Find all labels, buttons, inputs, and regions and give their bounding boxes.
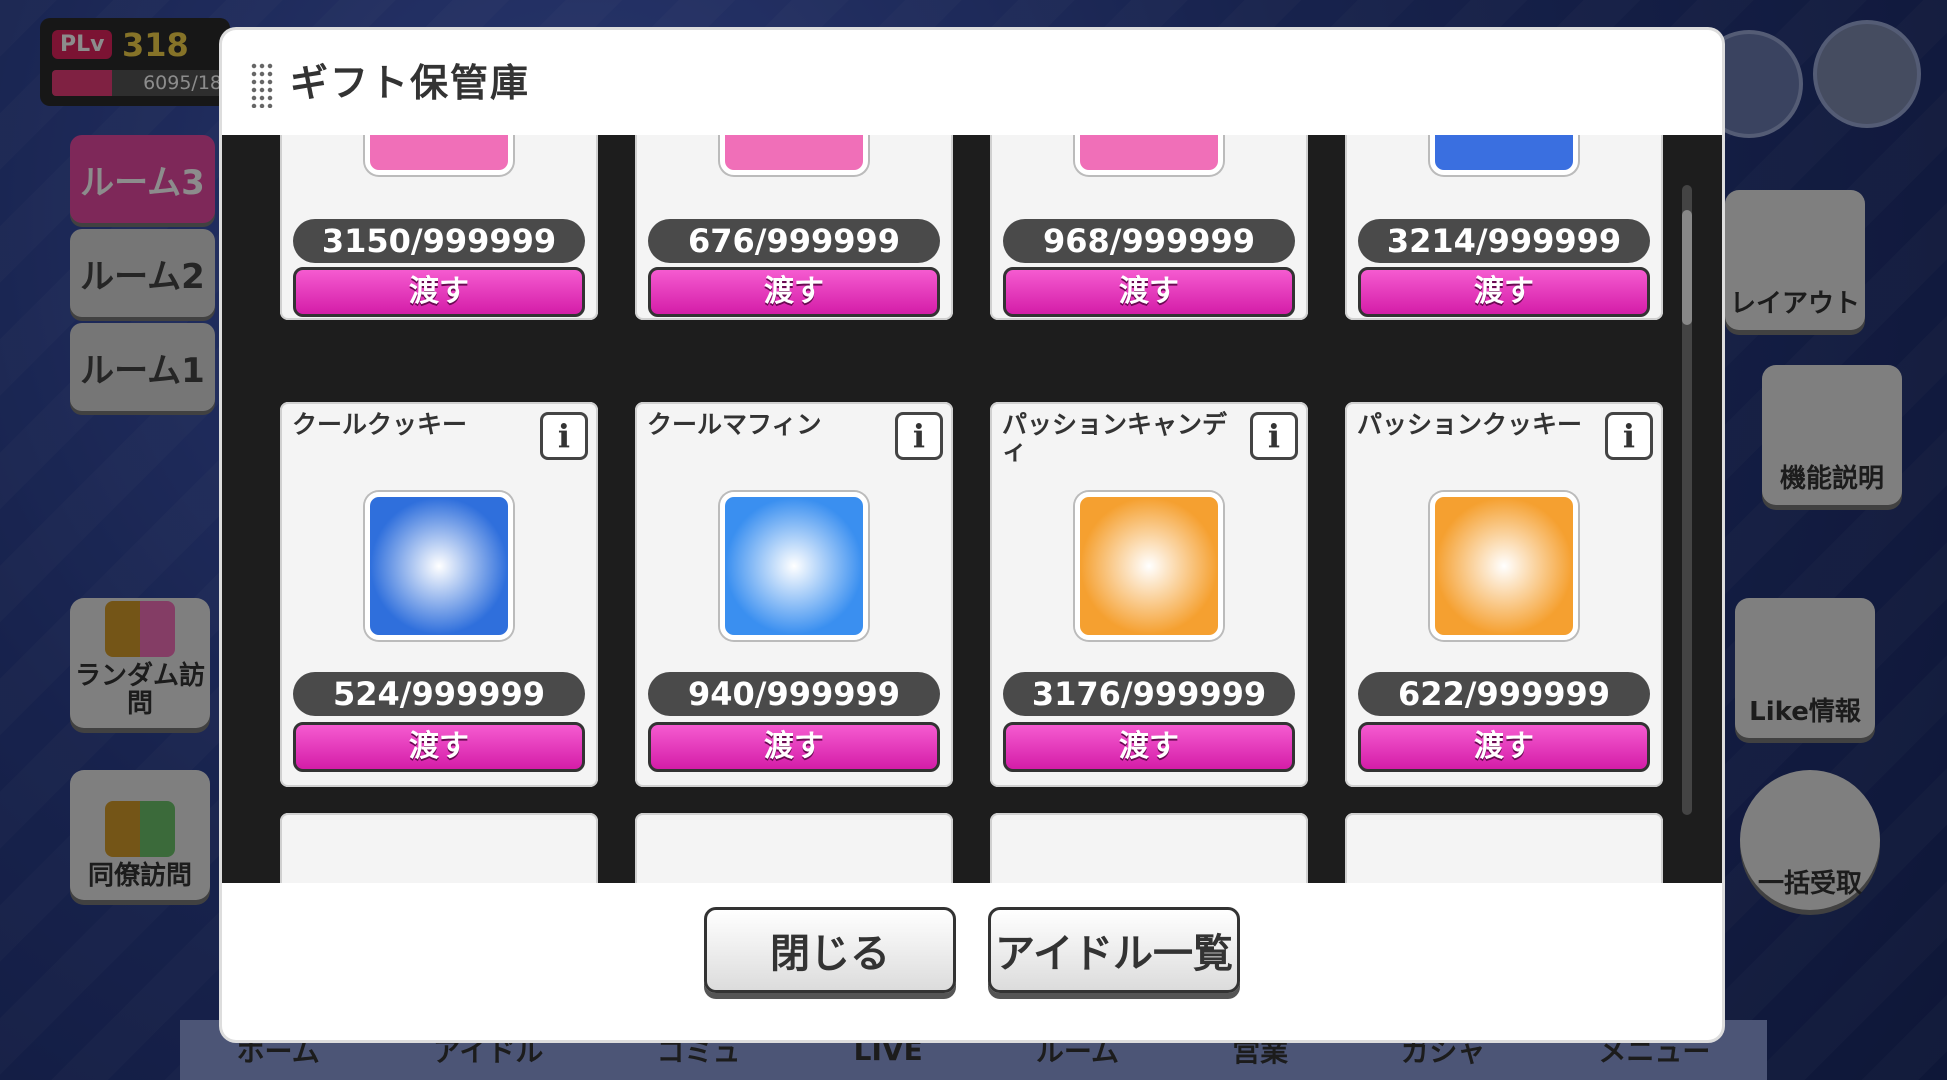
gift-name: クールクッキー [292,410,468,439]
info-button[interactable]: i [1250,412,1298,460]
give-button[interactable]: 渡す [293,267,585,317]
gift-card: クールクッキー i 524/999999 渡す [280,402,598,787]
cookie-icon [1430,492,1578,640]
gift-name: パッションクッキー [1357,410,1583,439]
idol-list-button[interactable]: アイドル一覧 [988,907,1240,993]
gift-card [280,813,598,883]
gift-count: 3150/999999 [293,219,585,263]
gift-count: 968/999999 [1003,219,1295,263]
give-button[interactable]: 渡す [1358,267,1650,317]
gift-item-icon [720,135,868,175]
gift-count: 3214/999999 [1358,219,1650,263]
candy-icon [1075,492,1223,640]
cookie-icon [365,492,513,640]
give-button[interactable]: 渡す [648,722,940,772]
gift-count: 3176/999999 [1003,672,1295,716]
scrollbar-thumb[interactable] [1682,210,1692,325]
info-button[interactable]: i [1605,412,1653,460]
gift-card: パッションクッキー i 622/999999 渡す [1345,402,1663,787]
gift-card [635,813,953,883]
gift-card: 3150/999999 渡す [280,135,598,320]
gift-card: クールマフィン i 940/999999 渡す [635,402,953,787]
gift-card: パッションキャンディ i 3176/999999 渡す [990,402,1308,787]
give-button[interactable]: 渡す [648,267,940,317]
gift-card [990,813,1308,883]
gift-item-icon [1075,135,1223,175]
gift-card [1345,813,1663,883]
gift-item-icon [365,135,513,175]
gift-count: 524/999999 [293,672,585,716]
gift-name: クールマフィン [647,410,822,439]
dialog-title: ギフト保管庫 [290,61,531,105]
info-button[interactable]: i [895,412,943,460]
muffin-icon [720,492,868,640]
give-button[interactable]: 渡す [1003,267,1295,317]
dialog-header: ギフト保管庫 [222,30,1722,137]
dialog-footer: 閉じる アイドル一覧 [222,885,1722,1040]
gift-count: 940/999999 [648,672,940,716]
give-button[interactable]: 渡す [1003,722,1295,772]
gift-name: パッションキャンディ [1002,410,1228,466]
gift-count: 622/999999 [1358,672,1650,716]
give-button[interactable]: 渡す [1358,722,1650,772]
gift-card: 968/999999 渡す [990,135,1308,320]
drag-grip-icon [250,62,274,108]
gift-card: 676/999999 渡す [635,135,953,320]
gift-storage-dialog: ギフト保管庫 3150/999999 渡す 676/999999 渡す 968/… [222,30,1722,1040]
close-button[interactable]: 閉じる [704,907,956,993]
gift-list[interactable]: 3150/999999 渡す 676/999999 渡す 968/999999 … [222,135,1722,883]
give-button[interactable]: 渡す [293,722,585,772]
info-button[interactable]: i [540,412,588,460]
gift-count: 676/999999 [648,219,940,263]
gift-card: 3214/999999 渡す [1345,135,1663,320]
scrollbar[interactable] [1682,185,1692,815]
gift-item-icon [1430,135,1578,175]
